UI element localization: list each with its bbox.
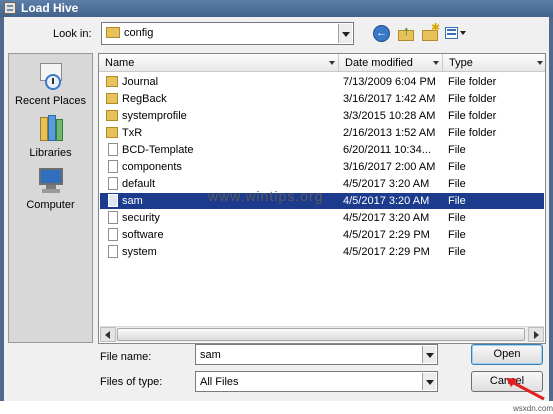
file-date: 4/5/2017 3:20 AM	[343, 212, 430, 224]
registry-icon	[4, 2, 16, 14]
new-folder-icon[interactable]: ✱	[422, 23, 440, 42]
file-type: File	[448, 195, 466, 207]
libraries-icon	[36, 113, 66, 145]
file-type: File folder	[448, 127, 497, 139]
place-libraries[interactable]: Libraries	[9, 113, 92, 160]
view-menu-icon[interactable]	[445, 25, 467, 42]
file-icon	[108, 211, 118, 224]
chevron-down-icon[interactable]	[422, 346, 436, 363]
file-icon	[108, 245, 118, 258]
file-row[interactable]: BCD-Template 6/20/2011 10:34... File	[100, 142, 544, 158]
file-type: File	[448, 178, 466, 190]
file-date: 3/3/2015 10:28 AM	[343, 110, 436, 122]
scroll-right-icon[interactable]	[528, 327, 544, 342]
dialog-body: Look in: config ← ↑ ✱ Recent Places Libr…	[4, 17, 553, 413]
file-icon	[108, 194, 118, 207]
open-button[interactable]: Open	[471, 344, 543, 365]
file-name-input[interactable]: sam	[195, 344, 438, 365]
file-row[interactable]: TxR 2/16/2013 1:52 AM File folder	[100, 125, 544, 141]
place-label: Computer	[26, 199, 75, 211]
file-type: File folder	[448, 93, 497, 105]
file-row[interactable]: RegBack 3/16/2017 1:42 AM File folder	[100, 91, 544, 107]
chevron-down-icon[interactable]	[433, 61, 439, 65]
recent-places-icon	[36, 61, 66, 93]
scroll-thumb[interactable]	[117, 328, 525, 341]
file-name: software	[122, 229, 164, 241]
title-bar[interactable]: Load Hive	[0, 0, 553, 17]
file-icon	[108, 160, 118, 173]
chevron-down-icon[interactable]	[338, 24, 352, 43]
file-date: 4/5/2017 2:29 PM	[343, 246, 430, 258]
file-name: TxR	[122, 127, 143, 139]
chevron-down-icon[interactable]	[329, 61, 335, 65]
column-header-name[interactable]: Name	[99, 54, 339, 72]
file-date: 4/5/2017 3:20 AM	[343, 178, 430, 190]
file-icon	[108, 143, 118, 156]
file-name: security	[122, 212, 160, 224]
file-date: 3/16/2017 1:42 AM	[343, 93, 436, 105]
pointer-arrow-icon	[506, 378, 545, 401]
place-recent-places[interactable]: Recent Places	[9, 61, 92, 108]
file-row[interactable]: system 4/5/2017 2:29 PM File	[100, 244, 544, 260]
back-arrow-icon[interactable]: ←	[373, 25, 390, 42]
file-name: systemprofile	[122, 110, 187, 122]
file-row[interactable]: software 4/5/2017 2:29 PM File	[100, 227, 544, 243]
column-header-type[interactable]: Type	[443, 54, 545, 72]
folder-icon	[106, 93, 118, 104]
file-type: File	[448, 229, 466, 241]
files-of-type-value: All Files	[200, 376, 239, 388]
file-name: default	[122, 178, 156, 190]
file-type: File	[448, 161, 466, 173]
look-in-value: config	[124, 27, 154, 39]
folder-icon	[106, 110, 118, 121]
file-row[interactable]: Journal 7/13/2009 6:04 PM File folder	[100, 74, 544, 90]
file-row[interactable]: systemprofile 3/3/2015 10:28 AM File folde…	[100, 108, 544, 124]
file-type: File	[448, 246, 466, 258]
watermark: www.wintips.org	[208, 188, 324, 204]
file-date: 6/20/2011 10:34...	[343, 144, 431, 156]
file-date: 2/16/2013 1:52 AM	[343, 127, 436, 139]
load-hive-dialog: Load Hive Look in: config ← ↑ ✱ Recent P…	[0, 0, 553, 413]
place-label: Libraries	[29, 147, 72, 159]
place-computer[interactable]: Computer	[9, 165, 92, 212]
file-row[interactable]: security 4/5/2017 3:20 AM File	[100, 210, 544, 226]
file-type: File	[448, 144, 466, 156]
place-label: Recent Places	[15, 95, 86, 107]
places-bar: Recent Places Libraries Computer	[8, 53, 93, 343]
file-date: 7/13/2009 6:04 PM	[343, 76, 436, 88]
file-name: sam	[122, 195, 143, 207]
files-of-type-label: Files of type:	[100, 376, 163, 388]
window-title: Load Hive	[21, 1, 79, 15]
chevron-down-icon[interactable]	[422, 373, 436, 390]
look-in-dropdown[interactable]: config	[101, 22, 354, 45]
folder-icon	[106, 76, 118, 87]
file-icon	[108, 228, 118, 241]
scroll-left-icon[interactable]	[100, 327, 116, 342]
file-icon	[108, 177, 118, 190]
up-folder-icon[interactable]: ↑	[398, 24, 415, 42]
look-in-label: Look in:	[53, 28, 92, 40]
file-date: 3/16/2017 2:00 AM	[343, 161, 436, 173]
chevron-down-icon[interactable]	[537, 61, 543, 65]
horizontal-scrollbar[interactable]	[100, 326, 544, 342]
column-header-date[interactable]: Date modified	[339, 54, 443, 72]
file-type: File folder	[448, 76, 497, 88]
file-date: 4/5/2017 3:20 AM	[343, 195, 430, 207]
computer-icon	[36, 165, 66, 197]
file-name: components	[122, 161, 182, 173]
file-name: BCD-Template	[122, 144, 194, 156]
folder-icon	[106, 127, 118, 138]
file-name-value: sam	[200, 349, 221, 361]
folder-icon	[106, 27, 120, 38]
file-name: Journal	[122, 76, 159, 88]
corner-watermark: wsxdn.com	[513, 404, 553, 413]
file-type: File	[448, 212, 466, 224]
file-name: system	[122, 246, 157, 258]
file-type: File folder	[448, 110, 497, 122]
file-name: RegBack	[122, 93, 167, 105]
file-name-label: File name:	[100, 351, 152, 363]
files-of-type-dropdown[interactable]: All Files	[195, 371, 438, 392]
file-row[interactable]: components 3/16/2017 2:00 AM File	[100, 159, 544, 175]
file-date: 4/5/2017 2:29 PM	[343, 229, 430, 241]
